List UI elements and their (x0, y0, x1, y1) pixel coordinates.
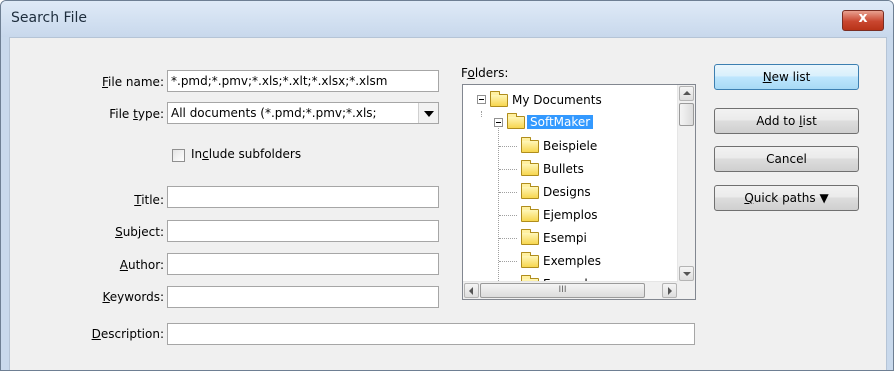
folder-icon (521, 160, 539, 176)
description-label: Description: (91, 327, 164, 341)
description-input[interactable] (167, 323, 695, 345)
title-bar[interactable]: Search File x (1, 1, 893, 37)
file-type-label: File type: (109, 107, 164, 121)
tree-line (499, 192, 517, 193)
keywords-label: Keywords: (102, 290, 164, 304)
dialog-body: File name: *.pmd;*.pmv;*.xls;*.xlt;*.xls… (9, 37, 887, 370)
collapse-icon[interactable] (477, 95, 486, 104)
arrow-up-icon (683, 91, 691, 95)
tree-line (499, 215, 517, 216)
vertical-scroll-thumb[interactable] (679, 103, 694, 126)
folder-icon (521, 252, 539, 268)
tree-line (499, 261, 517, 262)
folder-icon (521, 229, 539, 245)
folder-icon (521, 206, 539, 222)
file-name-label: File name: (102, 75, 164, 89)
author-label: Author: (119, 258, 164, 272)
tree-line (499, 238, 517, 239)
arrow-down-icon (683, 272, 691, 276)
search-file-dialog: Search File x File name: *.pmd;*.pmv;*.x… (0, 0, 894, 371)
vertical-scrollbar[interactable] (677, 85, 695, 282)
include-subfolders-checkbox[interactable] (172, 149, 185, 162)
horizontal-scroll-thumb[interactable]: III (480, 283, 645, 298)
scroll-up-button[interactable] (679, 86, 694, 101)
open-folder-icon (490, 91, 508, 107)
tree-line (499, 169, 517, 170)
chevron-down-icon[interactable] (418, 103, 438, 123)
subject-label: Subject: (115, 225, 164, 239)
author-input[interactable] (167, 253, 439, 275)
file-type-select[interactable]: All documents (*.pmd;*.pmv;*.xls; (167, 102, 439, 124)
tree-item-softmaker[interactable]: SoftMaker (527, 112, 594, 132)
close-icon: x (858, 10, 868, 26)
cancel-button[interactable]: Cancel (714, 146, 859, 172)
horizontal-scrollbar[interactable]: III (463, 281, 678, 299)
scroll-left-button[interactable] (464, 283, 479, 298)
scrollbar-corner (678, 282, 695, 299)
tree-item-my-documents[interactable]: My Documents (512, 90, 602, 110)
file-name-input[interactable]: *.pmd;*.pmv;*.xls;*.xlt;*.xlsx;*.xlsm (167, 70, 439, 92)
selected-folder-label: SoftMaker (527, 115, 594, 129)
file-type-value: All documents (*.pmd;*.pmv;*.xls; (171, 106, 377, 120)
new-list-button[interactable]: New list (714, 64, 859, 90)
tree-line (481, 111, 482, 117)
open-folder-icon (507, 113, 525, 129)
close-button[interactable]: x (842, 10, 884, 31)
window-title: Search File (11, 10, 87, 26)
tree-item-esempi[interactable]: Esempi (543, 228, 587, 248)
keywords-input[interactable] (167, 286, 439, 308)
tree-item-exemples[interactable]: Exemples (543, 251, 601, 271)
scroll-down-button[interactable] (679, 266, 694, 281)
tree-item-bullets[interactable]: Bullets (543, 159, 584, 179)
arrow-right-icon (668, 287, 672, 295)
dropdown-arrow-icon: ▼ (819, 191, 829, 205)
tree-line (499, 146, 517, 147)
arrow-left-icon (469, 287, 473, 295)
folder-icon (521, 183, 539, 199)
tree-item-ejemplos[interactable]: Ejemplos (543, 205, 598, 225)
tree-item-designs[interactable]: Designs (543, 182, 591, 202)
subject-input[interactable] (167, 220, 439, 242)
folder-icon (521, 137, 539, 153)
title-label: Title: (134, 193, 164, 207)
include-subfolders-label[interactable]: Include subfolders (191, 147, 301, 161)
quick-paths-button[interactable]: Quick paths ▼ (714, 185, 859, 211)
folder-tree[interactable]: My Documents SoftMaker Beispiele Bullets… (462, 84, 696, 300)
add-to-list-button[interactable]: Add to list (714, 108, 859, 134)
scroll-right-button[interactable] (662, 283, 677, 298)
title-input[interactable] (167, 186, 439, 208)
tree-item-beispiele[interactable]: Beispiele (543, 136, 597, 156)
folders-label: Folders: (461, 66, 509, 80)
collapse-icon[interactable] (494, 118, 503, 127)
